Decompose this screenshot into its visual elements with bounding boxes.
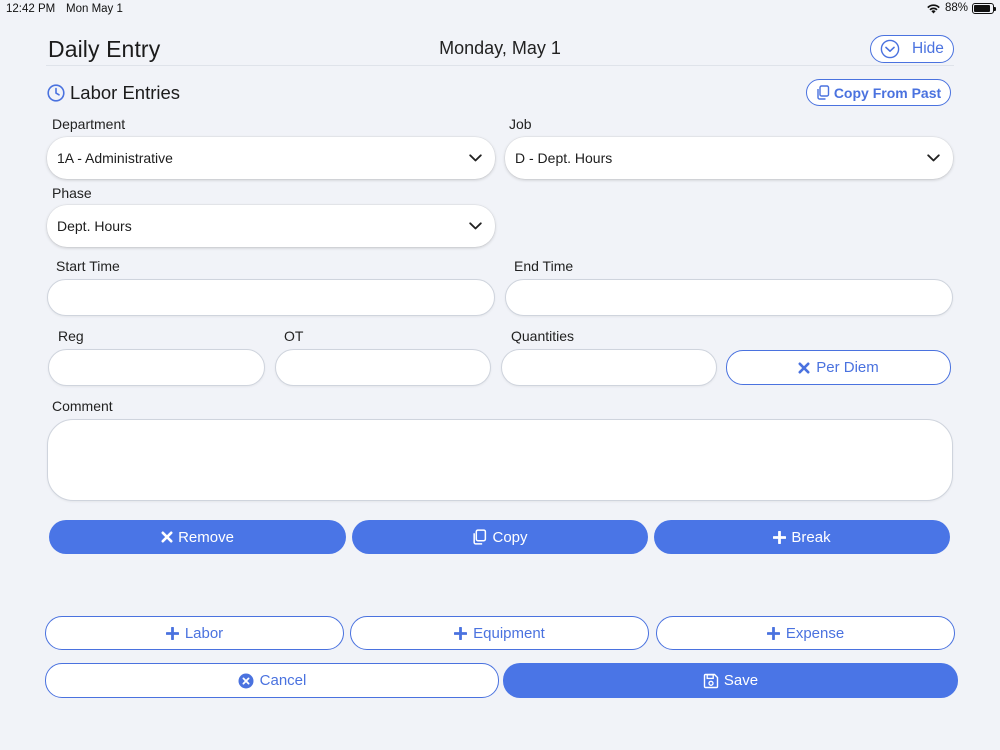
plus-icon	[773, 530, 787, 544]
chevron-down-circle-icon	[880, 39, 900, 59]
copy-icon	[816, 85, 830, 100]
plus-icon	[165, 626, 179, 640]
reg-label: Reg	[58, 328, 84, 344]
chevron-down-icon	[927, 154, 940, 162]
plus-icon	[766, 626, 780, 640]
ot-label: OT	[284, 328, 304, 344]
battery-percent: 88%	[944, 2, 968, 14]
page-date: Monday, May 1	[439, 38, 561, 58]
copy-icon	[472, 529, 487, 545]
ot-field[interactable]	[275, 349, 491, 386]
comment-label: Comment	[52, 398, 113, 414]
quantities-label: Quantities	[511, 328, 575, 344]
break-label: Break	[791, 528, 831, 546]
add-equipment-label: Equipment	[473, 624, 545, 642]
end-time-label: End Time	[514, 258, 574, 274]
start-time-label: Start Time	[56, 258, 120, 274]
comment-field[interactable]	[47, 419, 953, 501]
job-select[interactable]: D - Dept. Hours	[505, 137, 953, 179]
job-label: Job	[509, 116, 532, 132]
per-diem-label: Per Diem	[816, 359, 879, 376]
reg-field[interactable]	[48, 349, 265, 386]
phase-label: Phase	[52, 185, 92, 201]
battery-icon	[972, 2, 996, 14]
quantities-field[interactable]	[501, 349, 717, 386]
header-divider	[46, 65, 954, 66]
add-labor-button[interactable]: Labor	[45, 616, 344, 650]
cancel-button[interactable]: Cancel	[45, 663, 499, 698]
copy-button[interactable]: Copy	[352, 520, 648, 554]
cancel-label: Cancel	[259, 672, 307, 689]
x-icon	[161, 531, 173, 543]
chevron-down-icon	[469, 154, 482, 162]
job-value: D - Dept. Hours	[515, 150, 613, 166]
floppy-disk-icon	[703, 673, 719, 689]
start-time-field[interactable]	[47, 279, 495, 316]
remove-label: Remove	[178, 528, 234, 546]
department-select[interactable]: 1A - Administrative	[47, 137, 495, 179]
phase-value: Dept. Hours	[57, 218, 132, 234]
add-expense-button[interactable]: Expense	[656, 616, 955, 650]
break-button[interactable]: Break	[654, 520, 950, 554]
hide-label: Hide	[912, 40, 944, 57]
remove-button[interactable]: Remove	[49, 520, 346, 554]
copy-label: Copy	[492, 528, 528, 546]
phase-select[interactable]: Dept. Hours	[47, 205, 495, 247]
status-date: Mon May 1	[66, 3, 123, 15]
per-diem-button[interactable]: Per Diem	[726, 350, 951, 385]
add-equipment-button[interactable]: Equipment	[350, 616, 649, 650]
add-labor-label: Labor	[184, 624, 224, 642]
x-icon	[798, 362, 810, 374]
section-header: Labor Entries	[47, 82, 180, 104]
status-time: 12:42 PM	[6, 3, 56, 15]
add-expense-label: Expense	[785, 624, 845, 642]
department-label: Department	[52, 116, 126, 132]
chevron-down-icon	[469, 222, 482, 230]
section-title: Labor Entries	[70, 82, 181, 103]
status-indicators: 88%	[926, 2, 996, 14]
x-circle-icon	[238, 673, 254, 689]
copy-from-past-label: Copy From Past	[833, 84, 942, 101]
copy-from-past-button[interactable]: Copy From Past	[806, 79, 951, 106]
clock-icon	[47, 84, 65, 102]
hide-button[interactable]: Hide	[870, 35, 954, 63]
save-label: Save	[723, 672, 759, 689]
end-time-field[interactable]	[505, 279, 953, 316]
save-button[interactable]: Save	[503, 663, 958, 698]
plus-icon	[454, 626, 468, 640]
wifi-icon	[926, 3, 941, 14]
department-value: 1A - Administrative	[57, 150, 173, 166]
